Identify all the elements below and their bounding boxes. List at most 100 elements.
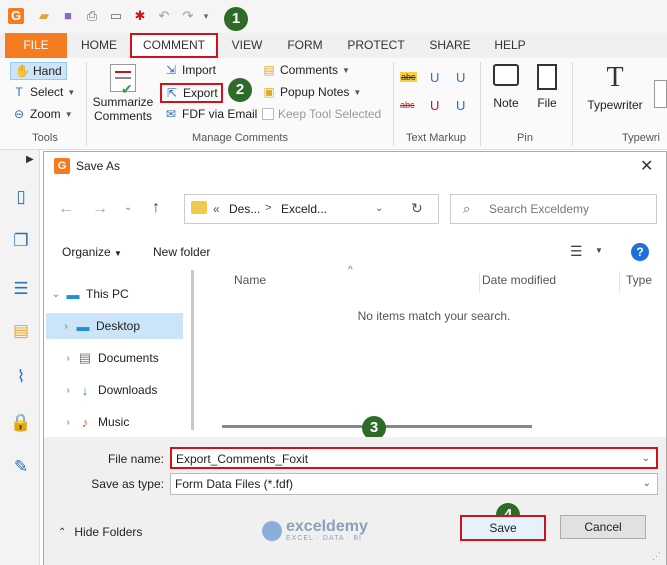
insert-text-icon[interactable]: U: [456, 98, 465, 113]
summarize-comments-button[interactable]: ✔ Summarize Comments: [92, 62, 154, 130]
step-badge-2: 2: [228, 78, 252, 102]
file-name-input[interactable]: Export_Comments_Foxit ⌄: [170, 447, 658, 469]
nav-item-desktop[interactable]: › ▬ Desktop: [46, 313, 183, 339]
save-options-panel: File name: Export_Comments_Foxit ⌄ Save …: [44, 437, 666, 565]
save-type-select[interactable]: Form Data Files (*.fdf) ⌄: [170, 473, 658, 495]
watermark-tagline: EXCEL · DATA · BI: [286, 535, 362, 542]
underline-icon[interactable]: U: [430, 70, 439, 85]
strikeout-icon[interactable]: abc: [400, 100, 415, 110]
popup-notes-dropdown[interactable]: ▣ Popup Notes ▼: [262, 85, 361, 99]
comments-panel-icon[interactable]: ▤: [10, 320, 32, 342]
recent-locations-icon[interactable]: ⌄: [124, 202, 132, 213]
keep-tool-selected-checkbox[interactable]: Keep Tool Selected: [262, 107, 381, 121]
typewriter-button[interactable]: T Typewriter: [580, 62, 650, 112]
select-tool[interactable]: T Select ▼: [12, 85, 75, 99]
page-thumbnail-icon[interactable]: ▯: [10, 186, 32, 208]
customize-icon[interactable]: ▾: [200, 8, 212, 24]
new-folder-button[interactable]: New folder: [153, 245, 210, 259]
textbox-icon[interactable]: [654, 80, 667, 108]
signature-icon[interactable]: ✎: [10, 456, 32, 478]
manage-comments-group-label: Manage Comments: [192, 132, 288, 144]
comments-icon: ▤: [263, 63, 275, 77]
desktop-icon: ▬: [76, 318, 90, 334]
group-separator: [393, 62, 394, 146]
import-button[interactable]: ⇲ Import: [164, 63, 216, 77]
new-icon[interactable]: ✱: [132, 8, 148, 24]
tab-view[interactable]: VIEW: [224, 33, 270, 58]
export-button[interactable]: ⇱ Export: [160, 83, 223, 103]
tab-form[interactable]: FORM: [280, 33, 330, 58]
foxit-logo-icon[interactable]: G: [8, 8, 24, 24]
replace-text-icon[interactable]: U: [430, 98, 439, 113]
hand-tool[interactable]: ✋ Hand: [10, 62, 67, 80]
tab-help[interactable]: HELP: [488, 33, 532, 58]
nav-item-music[interactable]: › ♪ Music: [48, 409, 184, 435]
group-separator: [86, 62, 87, 146]
fdf-via-email-button[interactable]: ✉ FDF via Email: [164, 107, 257, 121]
forward-arrow-icon[interactable]: →: [92, 200, 108, 218]
refresh-icon[interactable]: ↻: [411, 200, 423, 217]
chevron-right-icon: ›: [64, 320, 68, 332]
expand-panel-icon[interactable]: ▶: [26, 154, 34, 165]
chevron-down-icon[interactable]: ▼: [595, 246, 603, 255]
tab-share[interactable]: SHARE: [422, 33, 478, 58]
redo-icon[interactable]: ↷: [180, 8, 196, 24]
close-icon[interactable]: ✕: [640, 156, 653, 176]
tab-comment[interactable]: COMMENT: [130, 33, 218, 58]
nav-scrollbar[interactable]: [191, 270, 194, 430]
tab-home[interactable]: HOME: [74, 33, 124, 58]
breadcrumb-overflow[interactable]: «: [213, 202, 220, 216]
resize-grip-icon[interactable]: ⋰: [652, 551, 661, 562]
scan-icon[interactable]: ▭: [108, 8, 124, 24]
nav-item-downloads[interactable]: › ↓ Downloads: [48, 377, 184, 403]
open-folder-icon[interactable]: ▰: [36, 8, 52, 24]
layers-icon[interactable]: ☰: [10, 278, 32, 300]
tab-file[interactable]: FILE: [5, 33, 67, 58]
help-icon[interactable]: ?: [631, 243, 649, 261]
chevron-down-icon[interactable]: ⌄: [375, 203, 383, 214]
chevron-right-icon: ›: [66, 384, 70, 396]
organize-menu[interactable]: Organize ▼: [62, 245, 122, 259]
file-list: ^ Name Date modified Type No items match…: [202, 265, 666, 432]
nav-item-this-pc[interactable]: ⌄ ▬ This PC: [48, 281, 184, 307]
downloads-icon: ↓: [81, 382, 89, 398]
column-header-date[interactable]: Date modified: [482, 273, 620, 293]
typewriter-group-label: Typewri: [622, 132, 660, 144]
view-options-icon[interactable]: ☰: [570, 243, 583, 260]
summarize-icon: ✔: [110, 64, 136, 97]
search-box[interactable]: ⌕ Search Exceldemy: [450, 194, 657, 224]
security-lock-icon[interactable]: 🔒: [10, 412, 32, 434]
watermark-name: exceldemy: [286, 518, 368, 535]
zoom-tool[interactable]: ⊖ Zoom ▼: [12, 107, 73, 121]
comments-dropdown[interactable]: ▤ Comments ▼: [262, 63, 350, 77]
highlight-text-icon[interactable]: abc: [400, 72, 417, 82]
empty-message: No items match your search.: [357, 309, 511, 323]
file-button[interactable]: File: [530, 62, 564, 110]
breadcrumb-exceldemy[interactable]: Exceld...: [281, 202, 327, 216]
nav-label: Downloads: [98, 383, 158, 397]
undo-icon[interactable]: ↶: [156, 8, 172, 24]
save-icon[interactable]: ■: [60, 8, 76, 24]
up-arrow-icon[interactable]: ↑: [152, 199, 160, 217]
pages-icon[interactable]: ❐: [10, 230, 32, 252]
print-icon[interactable]: ⎙: [84, 8, 100, 24]
note-button[interactable]: Note: [488, 62, 524, 110]
tab-protect[interactable]: PROTECT: [340, 33, 412, 58]
breadcrumb-desktop[interactable]: Des...: [229, 202, 260, 216]
popup-notes-icon: ▣: [263, 85, 275, 99]
back-arrow-icon[interactable]: ←: [58, 200, 74, 218]
save-button[interactable]: Save: [460, 515, 546, 541]
exceldemy-logo-icon: [262, 520, 282, 541]
address-bar[interactable]: « Des... > Exceld... ⌄ ↻: [184, 194, 439, 224]
squiggly-icon[interactable]: U: [456, 70, 465, 85]
hide-folders-toggle[interactable]: ⌃ Hide Folders: [58, 525, 142, 539]
column-header-type[interactable]: Type: [626, 273, 666, 293]
save-type-value: Form Data Files (*.fdf): [175, 477, 294, 491]
pin-group-label: Pin: [517, 132, 533, 144]
column-header-name[interactable]: Name: [234, 273, 480, 293]
chevron-down-icon[interactable]: ⌄: [642, 449, 650, 469]
export-label: Export: [183, 86, 218, 100]
cancel-button[interactable]: Cancel: [560, 515, 646, 539]
attachment-icon[interactable]: ⌇: [10, 366, 32, 388]
nav-item-documents[interactable]: › ▤ Documents: [48, 345, 184, 371]
